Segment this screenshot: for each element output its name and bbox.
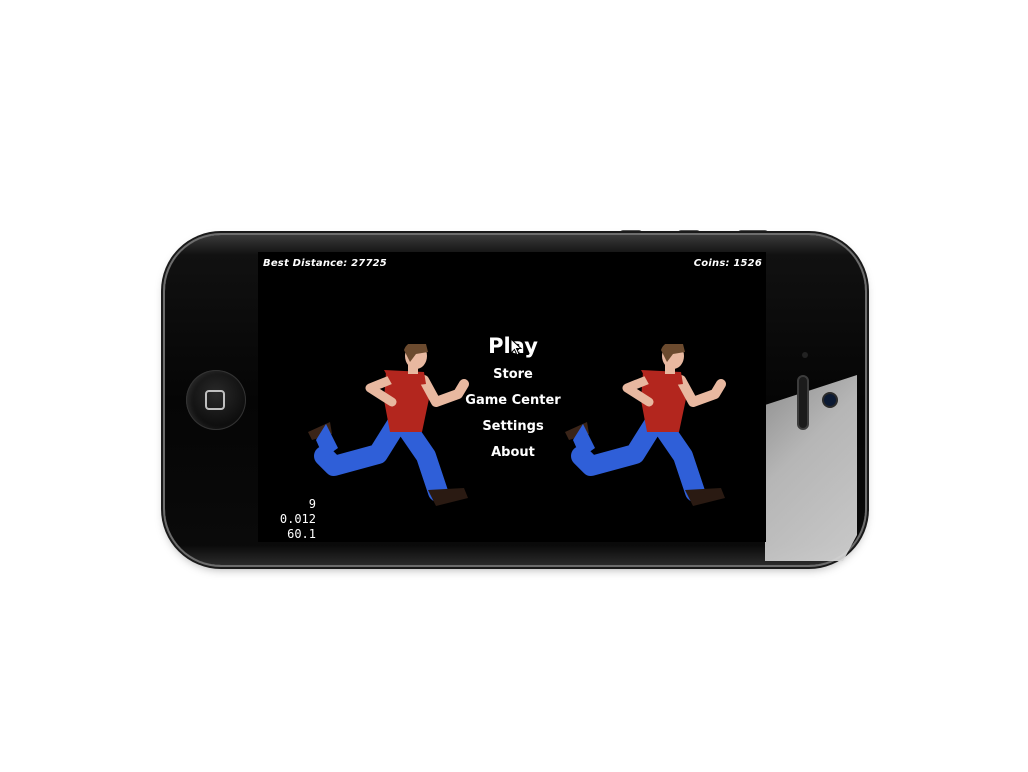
best-distance-label: Best Distance: 27725	[263, 258, 387, 269]
stats-line-1: 9	[308, 497, 316, 511]
proximity-sensor	[802, 352, 808, 358]
stats-line-2: 0.012	[279, 512, 316, 526]
coins-label: Coins: 1526	[693, 258, 762, 269]
stats-line-3: 60.1	[287, 527, 316, 541]
earpiece-speaker	[797, 375, 809, 430]
store-button[interactable]: Store	[458, 362, 568, 388]
runner-sprite-left	[308, 344, 469, 506]
home-button-icon	[205, 390, 225, 410]
about-button[interactable]: About	[458, 440, 568, 466]
front-camera	[824, 394, 836, 406]
game-screen[interactable]: Best Distance: 27725 Coins: 1526 Store G…	[258, 252, 766, 542]
runner-sprite-right	[565, 344, 726, 506]
mouse-cursor-icon	[510, 338, 523, 356]
home-button[interactable]	[186, 370, 246, 430]
screen-glare	[765, 375, 857, 561]
settings-button[interactable]: Settings	[458, 414, 568, 440]
debug-stats: 9 0.012 60.1	[264, 497, 316, 542]
game-center-button[interactable]: Game Center	[458, 388, 568, 414]
